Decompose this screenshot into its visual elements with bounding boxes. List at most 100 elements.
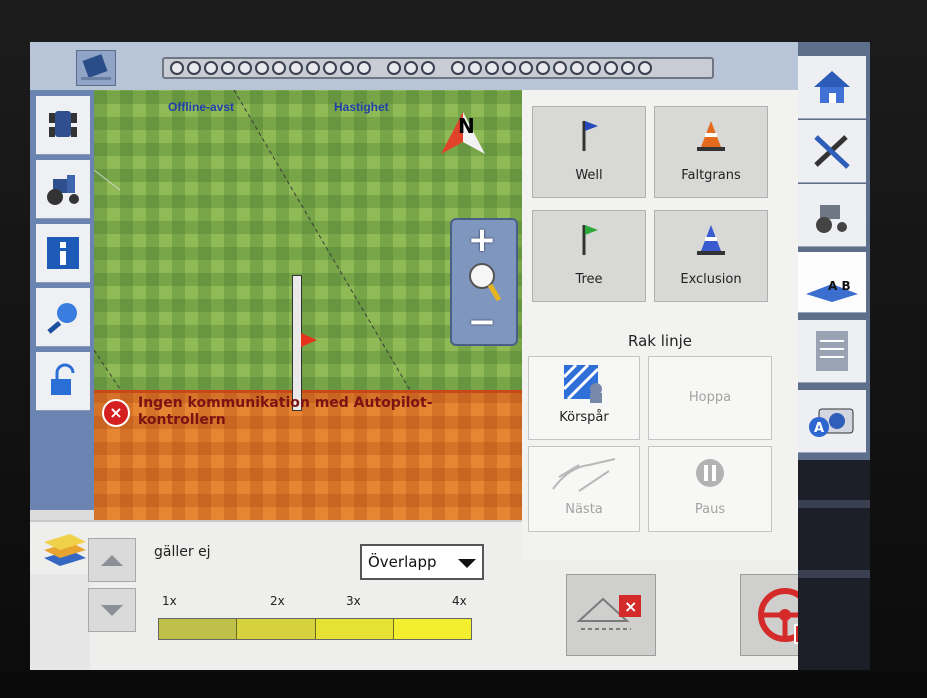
exclusion-button[interactable]: Exclusion <box>654 210 768 302</box>
info-icon <box>47 237 79 269</box>
overlap-scale-bar <box>158 618 472 640</box>
led <box>340 61 354 75</box>
right-toolbar: A B A <box>798 42 870 670</box>
scale-segment-2x <box>237 619 316 639</box>
led <box>621 61 635 75</box>
toolbar-divider <box>798 570 870 578</box>
led <box>553 61 567 75</box>
svg-text:A: A <box>814 421 824 436</box>
svg-text:A B: A B <box>828 279 851 293</box>
led <box>485 61 499 75</box>
overlap-dropdown[interactable]: Överlapp <box>360 544 484 580</box>
left-toolbar <box>30 90 94 510</box>
compass[interactable]: N <box>433 108 493 158</box>
marker-panel: Well Faltgrans Tree Exclusion Rak linje … <box>522 90 798 560</box>
paus-label: Paus <box>694 502 726 517</box>
unlock-button[interactable] <box>36 352 90 411</box>
track-pattern-icon <box>562 363 602 403</box>
nasta-label: Nästa <box>565 502 603 517</box>
korspar-button[interactable]: Körspår <box>528 356 640 440</box>
search-button[interactable] <box>36 288 90 347</box>
zoom-in-button[interactable]: + <box>464 223 500 257</box>
svg-text:×: × <box>624 597 637 616</box>
panel-edge <box>30 574 90 670</box>
arrow-down-icon <box>101 604 123 616</box>
coverage-panel: gäller ej Överlapp 1x 2x 3x 4x <box>30 520 522 670</box>
info-button[interactable] <box>36 224 90 283</box>
controller-button[interactable] <box>798 320 866 383</box>
layers-icon[interactable] <box>40 528 90 572</box>
zoom-magnifier-icon <box>469 263 502 302</box>
camera-button[interactable]: A <box>798 390 866 453</box>
map-view[interactable]: Offline-avst Hastighet N + − × Ingen kom… <box>94 90 522 520</box>
field-boundary-label: Faltgrans <box>681 168 741 183</box>
vehicle-position-marker <box>301 333 317 347</box>
led-gap <box>374 61 384 75</box>
led <box>170 61 184 75</box>
tractor-top-icon <box>49 111 77 137</box>
toolbar-divider <box>798 500 870 508</box>
led <box>238 61 252 75</box>
dropdown-value: Överlapp <box>368 553 437 571</box>
tractor-top-button[interactable] <box>36 96 90 155</box>
scroll-down-button[interactable] <box>88 588 136 632</box>
gps-satellite-icon[interactable] <box>76 50 116 86</box>
scale-label-4x: 4x <box>452 594 467 608</box>
tractor-settings-button[interactable] <box>798 184 866 247</box>
led <box>451 61 465 75</box>
scale-segment-3x <box>315 619 394 639</box>
home-button[interactable] <box>798 56 866 119</box>
scale-label-3x: 3x <box>346 594 361 608</box>
device-bottom-edge <box>0 672 927 698</box>
led <box>536 61 550 75</box>
zoom-control[interactable]: + − <box>450 218 518 346</box>
led <box>306 61 320 75</box>
led <box>204 61 218 75</box>
cone-icon <box>697 121 725 151</box>
offline-distance-label: Offline-avst <box>168 100 235 114</box>
led <box>289 61 303 75</box>
tree-button[interactable]: Tree <box>532 210 646 302</box>
led <box>187 61 201 75</box>
tractor-button[interactable] <box>36 160 90 219</box>
hoppa-button[interactable]: Hoppa <box>648 356 772 440</box>
settings-tools-button[interactable] <box>798 120 866 183</box>
led <box>468 61 482 75</box>
led <box>604 61 618 75</box>
compass-letter: N <box>458 114 475 138</box>
ab-line-button[interactable]: A B <box>798 252 866 313</box>
speed-label: Hastighet <box>334 100 389 114</box>
hoppa-label: Hoppa <box>688 390 732 405</box>
paus-button[interactable]: Paus <box>648 446 772 532</box>
exclusion-label: Exclusion <box>680 272 742 287</box>
tractor-icon <box>47 175 79 205</box>
led <box>255 61 269 75</box>
led <box>519 61 533 75</box>
top-status-bar <box>30 42 870 90</box>
led <box>357 61 371 75</box>
overlap-scale-labels: 1x 2x 3x 4x <box>162 594 474 612</box>
home-icon <box>814 71 850 103</box>
well-button[interactable]: Well <box>532 106 646 198</box>
led <box>587 61 601 75</box>
led <box>404 61 418 75</box>
scale-segment-1x <box>159 619 238 639</box>
zoom-out-button[interactable]: − <box>464 305 500 339</box>
led <box>638 61 652 75</box>
nasta-button[interactable]: Nästa <box>528 446 640 532</box>
blue-cone-icon <box>697 225 725 255</box>
clear-boundary-button[interactable]: × <box>566 574 656 656</box>
scale-label-1x: 1x <box>162 594 177 608</box>
scroll-up-button[interactable] <box>88 538 136 582</box>
controller-icon <box>816 331 848 371</box>
tools-icon <box>814 135 850 169</box>
scale-label-2x: 2x <box>270 594 285 608</box>
led <box>421 61 435 75</box>
ab-line-icon: A B <box>806 279 858 302</box>
tractor-settings-icon <box>816 205 847 233</box>
tree-label: Tree <box>575 272 603 287</box>
lightbar <box>162 57 714 79</box>
led <box>502 61 516 75</box>
unlock-icon <box>51 363 75 395</box>
field-boundary-button[interactable]: Faltgrans <box>654 106 768 198</box>
